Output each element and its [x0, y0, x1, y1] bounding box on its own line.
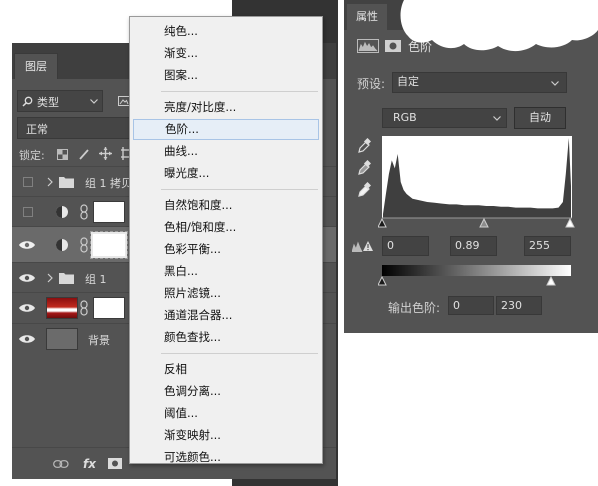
blend-mode-label: 正常 — [26, 123, 48, 136]
chevron-right-icon[interactable] — [47, 273, 53, 283]
output-gradient-bar — [382, 265, 571, 276]
layer-name: 组 1 — [85, 273, 107, 286]
white-overlay-shape — [400, 0, 598, 52]
fx-icon[interactable]: fx — [83, 457, 96, 471]
layer-name: 组 1 拷贝 — [85, 177, 132, 190]
black-point-eyedropper-icon[interactable] — [357, 138, 371, 154]
menu-separator — [161, 189, 318, 190]
folder-icon — [59, 177, 74, 188]
input-black-point-handle[interactable] — [378, 217, 387, 228]
preset-label: 预设: — [357, 77, 386, 91]
menu-item[interactable]: 色相/饱和度... — [133, 217, 319, 238]
tab-layers[interactable]: 图层 — [14, 53, 58, 79]
search-icon — [22, 96, 33, 107]
preset-value: 自定 — [397, 75, 419, 88]
adjustment-layer-icon — [56, 239, 68, 251]
input-levels-slider[interactable] — [378, 217, 576, 231]
link-layers-icon[interactable] — [53, 460, 69, 468]
menu-item[interactable]: 可选颜色... — [133, 447, 319, 468]
output-black-field[interactable]: 0 — [448, 296, 494, 315]
channel-select[interactable]: RGB — [382, 108, 507, 128]
menu-separator — [161, 91, 318, 92]
visibility-toggle[interactable] — [23, 177, 33, 187]
lock-image-pixels-icon[interactable] — [78, 148, 90, 160]
menu-item[interactable]: 自然饱和度... — [133, 195, 319, 216]
chain-link-icon[interactable] — [80, 204, 88, 220]
layer-mask-thumbnail[interactable] — [93, 201, 125, 223]
filter-kind-label: 类型 — [37, 96, 59, 109]
menu-item[interactable]: 曝光度... — [133, 163, 319, 184]
eye-icon[interactable] — [19, 303, 35, 313]
auto-button[interactable]: 自动 — [514, 107, 566, 129]
menu-item[interactable]: 亮度/对比度... — [133, 97, 319, 118]
adjustment-layer-icon — [56, 206, 68, 218]
folder-icon — [59, 273, 74, 284]
layer-image-thumbnail[interactable] — [46, 328, 78, 350]
blend-mode-select[interactable]: 正常 — [17, 117, 131, 139]
menu-item[interactable]: 照片滤镜... — [133, 283, 319, 304]
chevron-down-icon — [90, 99, 98, 104]
lock-artboard-icon[interactable] — [121, 147, 129, 160]
white-point-eyedropper-icon[interactable] — [357, 182, 371, 198]
filter-kind-select[interactable]: 类型 — [17, 90, 103, 112]
lock-transparent-pixels-icon[interactable] — [57, 149, 68, 160]
gray-point-eyedropper-icon[interactable] — [357, 160, 371, 176]
output-black-point-handle[interactable] — [378, 276, 387, 286]
menu-separator — [161, 353, 318, 354]
menu-item[interactable]: 颜色查找... — [133, 327, 319, 348]
input-white-field[interactable]: 255 — [524, 236, 571, 256]
adjustment-layer-menu: 纯色... 渐变... 图案... 亮度/对比度... 色阶... 曲线... 曝光度...… — [129, 16, 323, 464]
clipping-warning-icon[interactable] — [352, 240, 374, 252]
preset-select[interactable]: 自定 — [392, 72, 567, 93]
menu-item[interactable]: 反相 — [133, 359, 319, 380]
menu-item[interactable]: 曲线... — [133, 141, 319, 162]
menu-item[interactable]: 色调分离... — [133, 381, 319, 402]
visibility-toggle[interactable] — [23, 207, 33, 217]
lock-label: 锁定: — [19, 149, 45, 162]
layer-mask-thumbnail[interactable] — [93, 297, 125, 319]
menu-item[interactable]: 渐变... — [133, 43, 319, 64]
output-white-field[interactable]: 230 — [496, 296, 542, 315]
menu-item[interactable]: 纯色... — [133, 21, 319, 42]
chain-link-icon[interactable] — [80, 237, 88, 253]
layer-image-thumbnail[interactable] — [46, 297, 78, 319]
add-mask-icon[interactable] — [108, 458, 122, 469]
output-white-point-handle[interactable] — [546, 276, 556, 286]
output-levels-slider[interactable] — [378, 276, 576, 288]
eye-icon[interactable] — [19, 334, 35, 344]
layer-mask-thumbnail[interactable] — [90, 231, 128, 259]
chain-link-icon[interactable] — [80, 300, 88, 316]
input-gamma-handle[interactable] — [479, 217, 489, 228]
input-black-field[interactable]: 0 — [382, 236, 429, 256]
eye-icon[interactable] — [19, 240, 35, 250]
menu-item[interactable]: 阈值... — [133, 403, 319, 424]
channel-value: RGB — [393, 111, 417, 124]
input-gamma-field[interactable]: 0.89 — [450, 236, 497, 256]
menu-item[interactable]: 通道混合器... — [133, 305, 319, 326]
tab-properties[interactable]: 属性 — [347, 4, 387, 30]
menu-item[interactable]: 色阶... — [133, 119, 319, 140]
output-levels-label: 输出色阶: — [388, 301, 441, 315]
menu-item[interactable]: 图案... — [133, 65, 319, 86]
levels-histogram — [382, 136, 572, 218]
chevron-down-icon — [551, 81, 559, 86]
chevron-down-icon — [493, 116, 501, 121]
chevron-right-icon[interactable] — [47, 177, 53, 187]
layer-name: 背景 — [88, 334, 110, 347]
eye-icon[interactable] — [19, 273, 35, 283]
input-white-point-handle[interactable] — [565, 217, 575, 228]
menu-item[interactable]: 黑白... — [133, 261, 319, 282]
menu-item[interactable]: 渐变映射... — [133, 425, 319, 446]
levels-histogram-icon — [357, 39, 379, 53]
menu-item[interactable]: 色彩平衡... — [133, 239, 319, 260]
lock-position-icon[interactable] — [99, 147, 112, 160]
